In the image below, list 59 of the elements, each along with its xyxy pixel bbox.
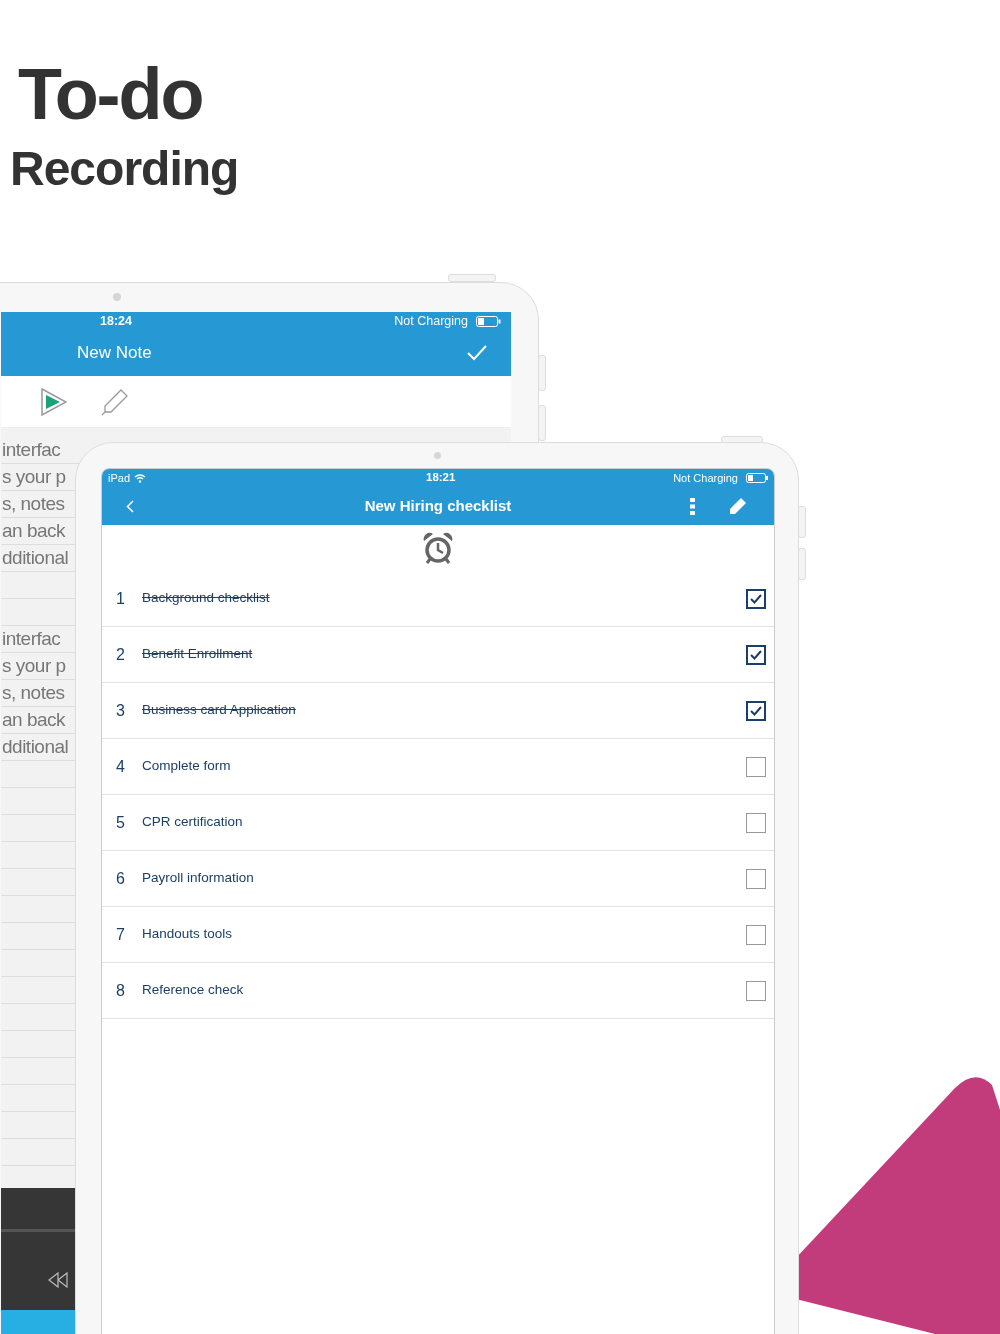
battery-icon (476, 315, 501, 327)
note-text: dditional (1, 734, 69, 759)
checkbox[interactable] (746, 980, 766, 1001)
note-text: dditional (1, 545, 69, 570)
item-label: Reference check (142, 981, 245, 1000)
subheadline: Recording (10, 145, 239, 193)
item-number: 4 (116, 756, 126, 777)
check-icon[interactable] (467, 345, 487, 361)
item-label: Complete form (142, 757, 232, 776)
item-number: 2 (116, 644, 126, 665)
checkbox[interactable] (746, 644, 766, 665)
screen-title: New Hiring checklist (364, 495, 512, 516)
checkbox[interactable] (746, 756, 766, 777)
pencil-icon[interactable] (101, 387, 129, 416)
item-number: 5 (116, 812, 126, 833)
checkbox[interactable] (746, 812, 766, 833)
item-label: Benefit Enrollment (142, 645, 254, 664)
item-number: 6 (116, 868, 126, 889)
battery-status: Not Charging (673, 470, 738, 486)
note-text: s, notes (1, 680, 65, 705)
item-number: 1 (116, 588, 126, 609)
play-icon[interactable] (41, 387, 67, 416)
checkbox[interactable] (746, 924, 766, 945)
item-number: 8 (116, 980, 126, 1001)
check-icon (750, 649, 762, 660)
note-text: an back (1, 518, 66, 543)
battery-status: Not Charging (394, 312, 468, 330)
item-label: Payroll information (142, 869, 255, 888)
item-number: 7 (116, 924, 126, 945)
back-icon[interactable] (126, 499, 134, 513)
item-label: Background checklist (142, 589, 271, 608)
note-text: an back (1, 707, 66, 732)
alarm-clock-icon[interactable] (422, 532, 454, 564)
checkbox[interactable] (746, 588, 766, 609)
checkbox[interactable] (746, 700, 766, 721)
item-number: 3 (116, 700, 126, 721)
more-icon[interactable] (690, 497, 695, 515)
checkbox[interactable] (746, 868, 766, 889)
note-text: s, notes (1, 491, 65, 516)
check-icon (750, 593, 762, 604)
headline: To-do (18, 58, 203, 130)
wifi-icon (134, 473, 147, 483)
edit-icon[interactable] (729, 497, 747, 515)
item-label: CPR certification (142, 813, 244, 832)
camera-dot (113, 293, 121, 301)
rewind-icon[interactable] (48, 1272, 68, 1288)
note-text: interfac (1, 626, 61, 651)
camera-dot (434, 452, 441, 459)
item-label: Business card Application (142, 701, 297, 720)
screen-title: New Note (77, 342, 152, 365)
status-time: 18:24 (100, 312, 132, 330)
status-time: 18:21 (426, 470, 456, 486)
device-label: iPad (108, 470, 131, 486)
battery-icon (746, 473, 768, 483)
note-text: interfac (1, 437, 61, 462)
item-label: Handouts tools (142, 925, 234, 944)
note-text: s your p (1, 653, 66, 678)
check-icon (750, 705, 762, 716)
note-text: s your p (1, 464, 66, 489)
